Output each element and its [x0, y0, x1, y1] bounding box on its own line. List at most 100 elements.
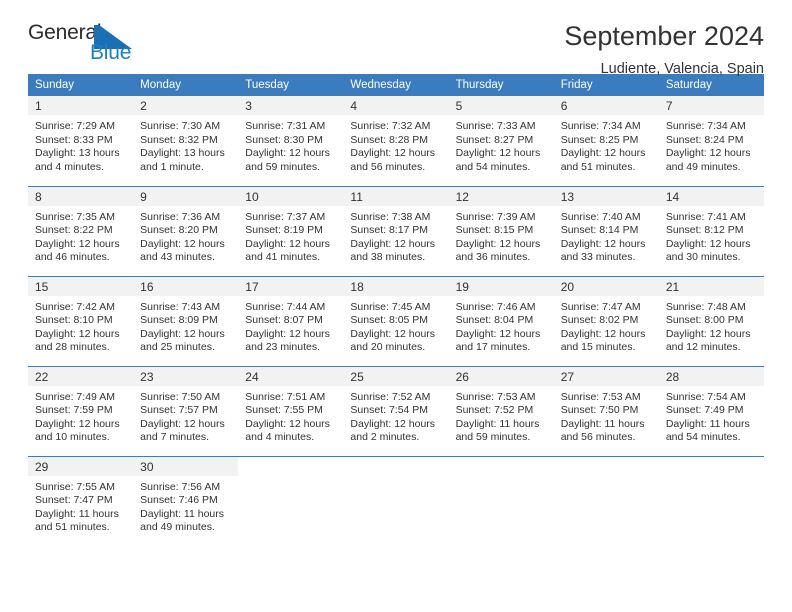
day-number: 27	[553, 366, 659, 386]
calendar-day-cell[interactable]: 19 Sunrise: 7:46 AM Sunset: 8:04 PM Dayligh…	[448, 275, 554, 366]
sunset-time: Sunset: 8:02 PM	[560, 314, 639, 327]
daylight-duration-line1: Daylight: 13 hours	[140, 147, 225, 160]
sunset-time: Sunset: 8:32 PM	[140, 133, 218, 146]
day-cell-content: 18 Sunrise: 7:45 AM Sunset: 8:05 PM Dayligh…	[343, 276, 449, 366]
calendar-day-cell[interactable]: 22 Sunrise: 7:49 AM Sunset: 7:59 PM Dayligh…	[28, 365, 134, 456]
day-cell-content: 24 Sunrise: 7:51 AM Sunset: 7:55 PM Dayligh…	[238, 366, 344, 456]
day-cell-content	[554, 457, 659, 547]
sunset-time: Sunset: 7:55 PM	[245, 404, 323, 417]
sunrise-time: Sunrise: 7:41 AM	[665, 210, 746, 223]
daylight-duration-line1: Daylight: 11 hours	[455, 417, 540, 430]
calendar-day-cell[interactable]: 18 Sunrise: 7:45 AM Sunset: 8:05 PM Dayligh…	[343, 275, 449, 366]
day-number	[238, 457, 343, 476]
calendar-day-cell[interactable]: 28 Sunrise: 7:54 AM Sunset: 7:49 PM Dayligh…	[658, 365, 764, 456]
sunrise-time: Sunrise: 7:53 AM	[455, 390, 536, 403]
sunset-time: Sunset: 8:14 PM	[560, 224, 639, 237]
day-details: Sunrise: 7:51 AM Sunset: 7:55 PM Daylight:…	[238, 386, 343, 445]
day-number: 6	[553, 96, 659, 115]
day-details: Sunrise: 7:54 AM Sunset: 7:49 PM Daylight:…	[659, 386, 764, 445]
sunrise-time: Sunrise: 7:31 AM	[245, 120, 326, 132]
calendar-day-cell[interactable]: 10 Sunrise: 7:37 AM Sunset: 8:19 PM Dayligh…	[238, 185, 344, 276]
daylight-duration-line1: Daylight: 12 hours	[35, 327, 120, 340]
day-details: Sunrise: 7:50 AM Sunset: 7:57 PM Daylight:…	[133, 386, 238, 445]
calendar-day-cell[interactable]: 7 Sunrise: 7:34 AM Sunset: 8:24 PM Daylight…	[658, 96, 764, 186]
daylight-duration-line2: and 4 minutes.	[245, 431, 315, 444]
daylight-duration-line2: and 30 minutes.	[665, 251, 741, 264]
day-number: 23	[133, 366, 239, 386]
daylight-duration-line1: Daylight: 12 hours	[245, 417, 330, 430]
calendar-day-cell[interactable]: 12 Sunrise: 7:39 AM Sunset: 8:15 PM Dayligh…	[448, 185, 554, 276]
calendar-day-cell[interactable]: 21 Sunrise: 7:48 AM Sunset: 8:00 PM Dayligh…	[658, 275, 764, 366]
sunrise-time: Sunrise: 7:32 AM	[350, 120, 431, 132]
daylight-duration-line1: Daylight: 12 hours	[665, 237, 751, 250]
calendar-day-cell[interactable]: 29 Sunrise: 7:55 AM Sunset: 7:47 PM Dayligh…	[28, 455, 134, 546]
calendar-day-cell[interactable]: 23 Sunrise: 7:50 AM Sunset: 7:57 PM Dayligh…	[133, 365, 239, 456]
sunset-time: Sunset: 8:17 PM	[350, 224, 429, 237]
sunrise-time: Sunrise: 7:45 AM	[350, 300, 431, 313]
daylight-duration-line1: Daylight: 12 hours	[245, 327, 330, 340]
day-number: 3	[238, 96, 344, 115]
daylight-duration-line2: and 10 minutes.	[35, 431, 110, 444]
calendar-day-cell[interactable]: 30 Sunrise: 7:56 AM Sunset: 7:46 PM Dayligh…	[133, 455, 239, 546]
calendar-day-cell[interactable]: 26 Sunrise: 7:53 AM Sunset: 7:52 PM Dayligh…	[448, 365, 554, 456]
sunrise-time: Sunrise: 7:36 AM	[140, 210, 221, 223]
day-details: Sunrise: 7:42 AM Sunset: 8:10 PM Daylight:…	[28, 296, 133, 355]
day-cell-content: 22 Sunrise: 7:49 AM Sunset: 7:59 PM Dayligh…	[28, 366, 134, 456]
calendar-week-row: 22 Sunrise: 7:49 AM Sunset: 7:59 PM Dayligh…	[28, 365, 764, 456]
calendar-day-cell[interactable]: 25 Sunrise: 7:52 AM Sunset: 7:54 PM Dayligh…	[343, 365, 449, 456]
day-number: 17	[238, 276, 344, 296]
sunset-time: Sunset: 8:09 PM	[140, 314, 218, 327]
day-details: Sunrise: 7:55 AM Sunset: 7:47 PM Daylight:…	[28, 476, 133, 535]
calendar-day-cell[interactable]: 27 Sunrise: 7:53 AM Sunset: 7:50 PM Dayligh…	[553, 365, 659, 456]
calendar-day-cell[interactable]: 11 Sunrise: 7:38 AM Sunset: 8:17 PM Dayligh…	[343, 185, 449, 276]
daylight-duration-line1: Daylight: 12 hours	[350, 147, 436, 160]
day-details: Sunrise: 7:31 AM Sunset: 8:30 PM Daylight:…	[238, 115, 343, 174]
calendar-day-cell[interactable]: 14 Sunrise: 7:41 AM Sunset: 8:12 PM Dayligh…	[658, 185, 764, 276]
weekday-header-saturday: Saturday	[658, 74, 764, 96]
calendar-day-cell[interactable]: 13 Sunrise: 7:40 AM Sunset: 8:14 PM Dayligh…	[553, 185, 659, 276]
daylight-duration-line2: and 56 minutes.	[560, 431, 636, 444]
sunrise-time: Sunrise: 7:50 AM	[140, 390, 221, 403]
daylight-duration-line1: Daylight: 12 hours	[35, 417, 120, 430]
daylight-duration-line2: and 43 minutes.	[140, 251, 215, 264]
calendar-day-cell[interactable]: 16 Sunrise: 7:43 AM Sunset: 8:09 PM Dayligh…	[133, 275, 239, 366]
day-details: Sunrise: 7:41 AM Sunset: 8:12 PM Daylight:…	[659, 206, 764, 265]
daylight-duration-line1: Daylight: 12 hours	[140, 327, 225, 340]
sunrise-time: Sunrise: 7:44 AM	[245, 300, 326, 313]
calendar-day-cell[interactable]: 1 Sunrise: 7:29 AM Sunset: 8:33 PM Daylight…	[28, 96, 134, 186]
calendar-day-cell[interactable]: 4 Sunrise: 7:32 AM Sunset: 8:28 PM Daylight…	[343, 96, 449, 186]
day-number: 1	[28, 96, 134, 115]
sunset-time: Sunset: 8:33 PM	[35, 133, 113, 146]
daylight-duration-line1: Daylight: 12 hours	[350, 237, 436, 250]
calendar-day-cell[interactable]: 5 Sunrise: 7:33 AM Sunset: 8:27 PM Daylight…	[448, 96, 554, 186]
daylight-duration-line2: and 33 minutes.	[560, 251, 636, 264]
calendar-day-cell[interactable]: 8 Sunrise: 7:35 AM Sunset: 8:22 PM Daylight…	[28, 185, 134, 276]
daylight-duration-line1: Daylight: 12 hours	[245, 147, 330, 160]
calendar-day-cell[interactable]: 9 Sunrise: 7:36 AM Sunset: 8:20 PM Daylight…	[133, 185, 239, 276]
daylight-duration-line1: Daylight: 12 hours	[455, 327, 541, 340]
weekday-header-sunday: Sunday	[28, 74, 134, 96]
daylight-duration-line1: Daylight: 12 hours	[665, 327, 751, 340]
sunrise-time: Sunrise: 7:55 AM	[35, 480, 115, 493]
day-cell-content	[659, 457, 764, 547]
calendar-day-cell[interactable]: 6 Sunrise: 7:34 AM Sunset: 8:25 PM Daylight…	[553, 96, 659, 186]
day-number: 15	[28, 276, 134, 296]
sunset-time: Sunset: 8:04 PM	[455, 314, 534, 327]
calendar-day-cell[interactable]: 2 Sunrise: 7:30 AM Sunset: 8:32 PM Daylight…	[133, 96, 239, 186]
calendar-day-cell[interactable]: 24 Sunrise: 7:51 AM Sunset: 7:55 PM Dayligh…	[238, 365, 344, 456]
calendar-day-cell[interactable]: 20 Sunrise: 7:47 AM Sunset: 8:02 PM Dayligh…	[553, 275, 659, 366]
sunset-time: Sunset: 8:12 PM	[665, 224, 744, 237]
day-cell-content: 19 Sunrise: 7:46 AM Sunset: 8:04 PM Dayligh…	[448, 276, 554, 366]
calendar-day-cell[interactable]: 15 Sunrise: 7:42 AM Sunset: 8:10 PM Dayligh…	[28, 275, 134, 366]
calendar-day-cell[interactable]: 17 Sunrise: 7:44 AM Sunset: 8:07 PM Dayligh…	[238, 275, 344, 366]
logo-text-blue: Blue	[90, 41, 132, 64]
calendar-day-cell[interactable]: 3 Sunrise: 7:31 AM Sunset: 8:30 PM Daylight…	[238, 96, 344, 186]
day-number: 28	[658, 366, 764, 386]
day-number	[554, 457, 659, 476]
day-cell-content: 1 Sunrise: 7:29 AM Sunset: 8:33 PM Daylight…	[28, 96, 134, 186]
day-cell-content: 27 Sunrise: 7:53 AM Sunset: 7:50 PM Dayligh…	[553, 366, 659, 456]
day-cell-content: 9 Sunrise: 7:36 AM Sunset: 8:20 PM Daylight…	[133, 186, 239, 276]
daylight-duration-line1: Daylight: 12 hours	[140, 237, 225, 250]
day-cell-content: 26 Sunrise: 7:53 AM Sunset: 7:52 PM Dayligh…	[448, 366, 554, 456]
sunset-time: Sunset: 8:05 PM	[350, 314, 429, 327]
